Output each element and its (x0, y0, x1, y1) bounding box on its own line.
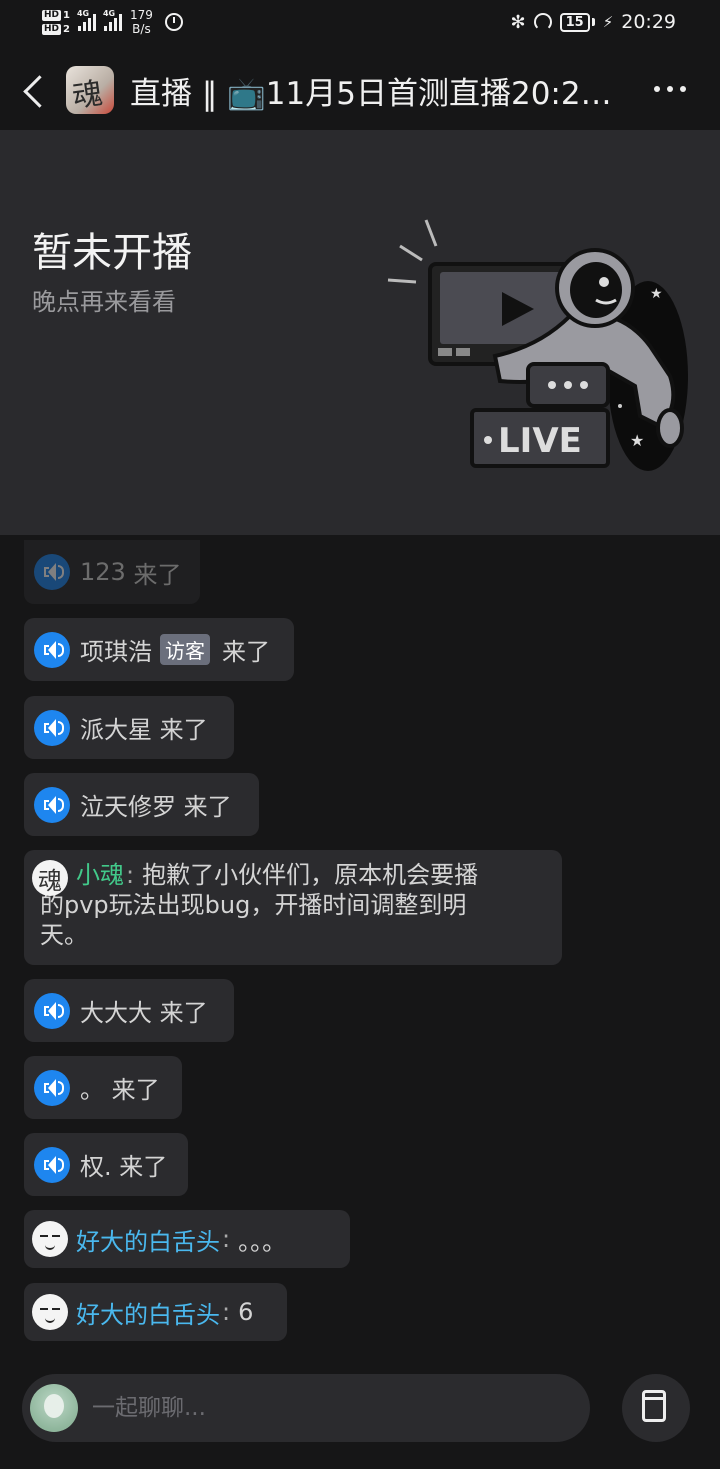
message-text: 的pvp玩法出现bug，开播时间调整到明 (40, 891, 467, 919)
page-title: 直播 ‖ 📺11月5日首测直播20:2… (130, 75, 612, 112)
live-banner: 暂未开播 晚点再来看看 ★ ★ LIVE (0, 130, 720, 535)
speaker-icon (34, 631, 70, 668)
join-notice: 123 来了 (24, 540, 200, 604)
back-icon[interactable] (14, 68, 58, 112)
join-username[interactable]: 派大星 (80, 710, 152, 745)
message-text: 。。。 (238, 1227, 287, 1256)
signal-icon-1: 4G (77, 9, 96, 31)
chat-message: 好大的白舌头: 6 (24, 1283, 287, 1341)
more-icon[interactable] (654, 86, 686, 92)
svg-text:★: ★ (630, 431, 644, 450)
live-label: LIVE (498, 421, 582, 461)
alarm-icon (164, 13, 183, 31)
top-nav: 魂 直播 ‖ 📺11月5日首测直播20:2… (0, 50, 720, 130)
clock: 20:29 (621, 11, 676, 33)
banner-subtitle: 晚点再来看看 (32, 288, 176, 316)
message-text: 6 (238, 1298, 254, 1326)
sender-name[interactable]: 小魂 (76, 861, 124, 889)
speaker-icon (34, 1069, 70, 1106)
astronaut-live-illustration: ★ ★ LIVE (387, 219, 688, 471)
hd2-icon: HD (42, 23, 62, 35)
user-avatar[interactable] (32, 1221, 68, 1257)
chat-message: 好大的白舌头: 。。。 (24, 1210, 350, 1268)
hd1-icon: HD (42, 9, 62, 21)
join-notice: 派大星 来了 (24, 696, 234, 759)
self-avatar[interactable] (30, 1384, 78, 1432)
clipboard-icon[interactable] (622, 1374, 690, 1442)
speaker-icon (34, 554, 70, 590)
user-avatar[interactable] (32, 1294, 68, 1330)
status-left: HD 1 HD 2 4G 4G 179 B/s (42, 4, 183, 40)
status-bar: HD 1 HD 2 4G 4G 179 B/s ✻ 15 ⚡ 20:29 (0, 0, 720, 44)
sender-name[interactable]: 好大的白舌头 (76, 1295, 220, 1330)
join-username[interactable]: 泣天修罗 (80, 787, 176, 822)
join-username: 123 (80, 558, 126, 586)
user-avatar[interactable]: 魂 (32, 860, 68, 896)
hd-indicators: HD 1 HD 2 (42, 9, 70, 35)
charging-icon: ⚡ (602, 13, 614, 31)
network-speed: 179 B/s (129, 8, 153, 36)
hd2-number: 2 (63, 23, 70, 35)
speaker-icon (34, 786, 70, 823)
speaker-icon (34, 1146, 70, 1183)
hd1-number: 1 (63, 9, 70, 21)
join-username[interactable]: 项琪浩 (80, 632, 152, 667)
message-text: 抱歉了小伙伴们，原本机会要播 (142, 861, 479, 889)
visitor-badge: 访客 (160, 634, 210, 665)
chat-input-bar (22, 1374, 590, 1442)
battery-icon: 15 (559, 12, 595, 32)
bluetooth-icon: ✻ (510, 11, 526, 33)
chat-message: 魂 小魂: 抱歉了小伙伴们，原本机会要播 的pvp玩法出现bug，开播时间调整到明… (24, 850, 562, 965)
chat-input[interactable] (90, 1394, 534, 1422)
join-notice: 权. 来了 (24, 1133, 188, 1196)
join-notice: 项琪浩 访客 来了 (24, 618, 294, 681)
join-notice: 泣天修罗 来了 (24, 773, 259, 836)
join-notice: 。 来了 (24, 1056, 182, 1119)
group-avatar[interactable]: 魂 (66, 66, 114, 114)
status-right: ✻ 15 ⚡ 20:29 (511, 8, 677, 36)
sender-name[interactable]: 好大的白舌头 (76, 1222, 220, 1257)
speaker-icon (34, 709, 70, 746)
banner-title: 暂未开播 (32, 230, 192, 276)
join-username[interactable]: 权. (80, 1147, 112, 1182)
join-notice: 大大大 来了 (24, 979, 234, 1042)
join-username[interactable]: 。 (80, 1070, 104, 1105)
speaker-icon (34, 992, 70, 1029)
svg-text:★: ★ (650, 286, 663, 302)
speedometer-icon (533, 13, 552, 31)
join-username[interactable]: 大大大 (80, 993, 152, 1028)
message-body: 小魂: 抱歉了小伙伴们，原本机会要播 的pvp玩法出现bug，开播时间调整到明 天… (40, 861, 479, 949)
signal-icon-2: 4G (103, 9, 122, 31)
message-text: 天。 (40, 921, 88, 949)
